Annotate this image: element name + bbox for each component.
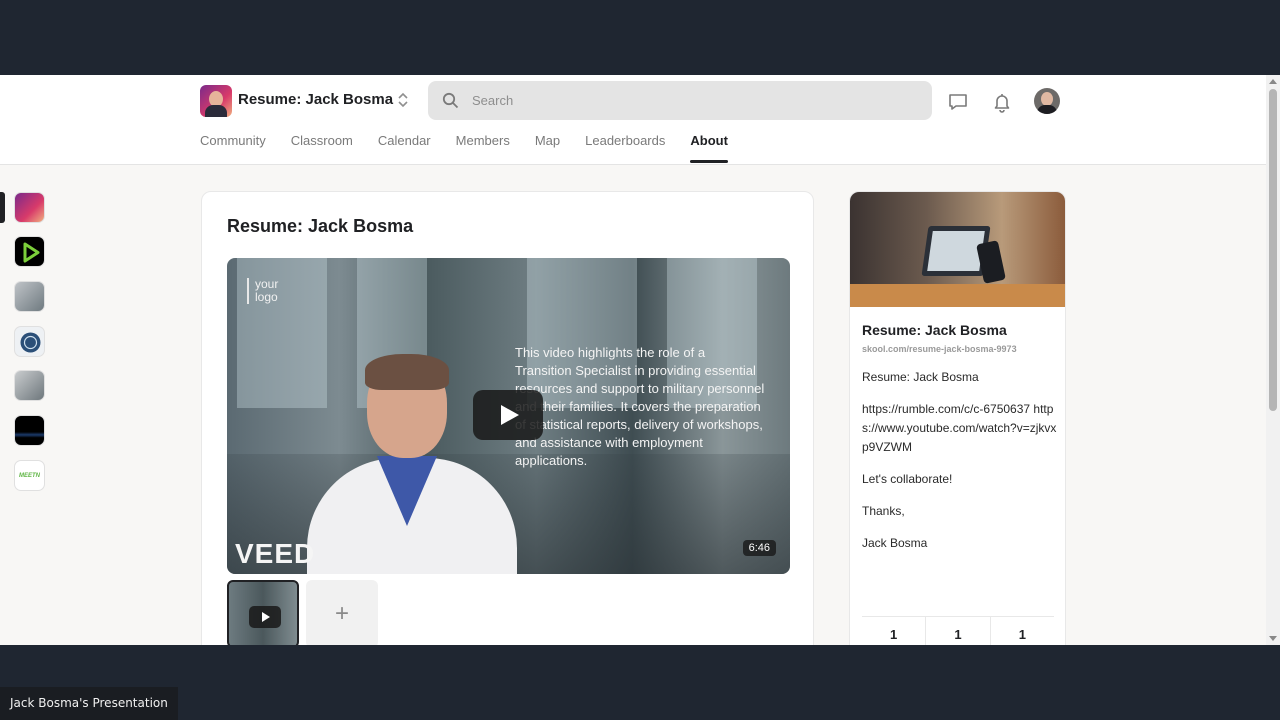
user-avatar[interactable] (1034, 88, 1060, 114)
app-window: Resume: Jack Bosma Community Classroom C… (0, 75, 1280, 645)
group-title: Resume: Jack Bosma (862, 322, 1007, 338)
globe-icon (20, 332, 41, 353)
video-overlay-text: This video highlights the role of a Tran… (515, 345, 765, 468)
active-group-indicator (0, 192, 5, 223)
group-url[interactable]: skool.com/resume-jack-bosma-9973 (862, 344, 1017, 354)
scrollbar-thumb[interactable] (1269, 89, 1277, 411)
tab-calendar[interactable]: Calendar (378, 133, 431, 165)
group-avatar[interactable] (200, 85, 232, 117)
tab-leaderboards[interactable]: Leaderboards (585, 133, 665, 165)
rumble-icon (23, 242, 40, 263)
rail-group-meetn[interactable]: MEETN (14, 460, 45, 491)
rail-group-3[interactable] (14, 281, 45, 312)
group-stats: 1 1 1 (862, 616, 1054, 645)
video-player[interactable]: your logo This video highlights the role… (227, 258, 790, 574)
stat-members: 1 (862, 617, 927, 645)
stat-admins: 1 (1018, 627, 1026, 642)
search-input[interactable] (472, 89, 912, 112)
veed-watermark: VEED (235, 538, 316, 569)
rail-group-4[interactable] (14, 326, 45, 357)
search-bar[interactable] (428, 81, 932, 120)
tab-map[interactable]: Map (535, 133, 560, 165)
rail-group-5[interactable] (14, 370, 45, 401)
page-title: Resume: Jack Bosma (227, 216, 414, 236)
group-links[interactable]: https://rumble.com/c/c-6750637 https://w… (862, 400, 1057, 457)
group-info-card: Resume: Jack Bosma skool.com/resume-jack… (849, 191, 1066, 645)
top-bar: Resume: Jack Bosma Community Classroom C… (0, 75, 1266, 165)
about-card: Resume: Jack Bosma your logo This video … (201, 191, 814, 645)
media-thumbnail[interactable] (227, 580, 299, 645)
rail-group-rumble[interactable] (14, 236, 45, 267)
group-description: Resume: Jack Bosma https://rumble.com/c/… (862, 370, 1057, 550)
rail-group-6[interactable] (14, 415, 45, 446)
nav-tabs: Community Classroom Calendar Members Map… (200, 133, 753, 165)
tab-about[interactable]: About (690, 133, 728, 165)
bell-icon[interactable] (991, 91, 1013, 113)
group-name[interactable]: Resume: Jack Bosma (238, 91, 393, 108)
group-cover-image (850, 192, 1065, 307)
play-icon[interactable] (473, 390, 543, 440)
meetn-logo-text: MEETN (19, 473, 40, 479)
chat-icon[interactable] (947, 91, 969, 113)
rail-group-resume[interactable] (14, 192, 45, 223)
scroll-down-icon[interactable] (1269, 636, 1277, 641)
tab-members[interactable]: Members (456, 133, 510, 165)
scroll-up-icon[interactable] (1269, 79, 1277, 84)
video-logo: your logo (247, 278, 278, 304)
video-duration: 6:46 (742, 540, 776, 556)
tab-classroom[interactable]: Classroom (291, 133, 353, 165)
search-icon (442, 92, 459, 109)
chevron-updown-icon[interactable] (396, 91, 410, 109)
stat-online: 1 (926, 617, 991, 645)
presentation-caption: Jack Bosma's Presentation (0, 687, 178, 720)
tab-community[interactable]: Community (200, 133, 266, 165)
page-scrollbar[interactable] (1266, 75, 1280, 645)
play-icon (249, 606, 281, 628)
add-media-button[interactable]: + (306, 580, 378, 645)
